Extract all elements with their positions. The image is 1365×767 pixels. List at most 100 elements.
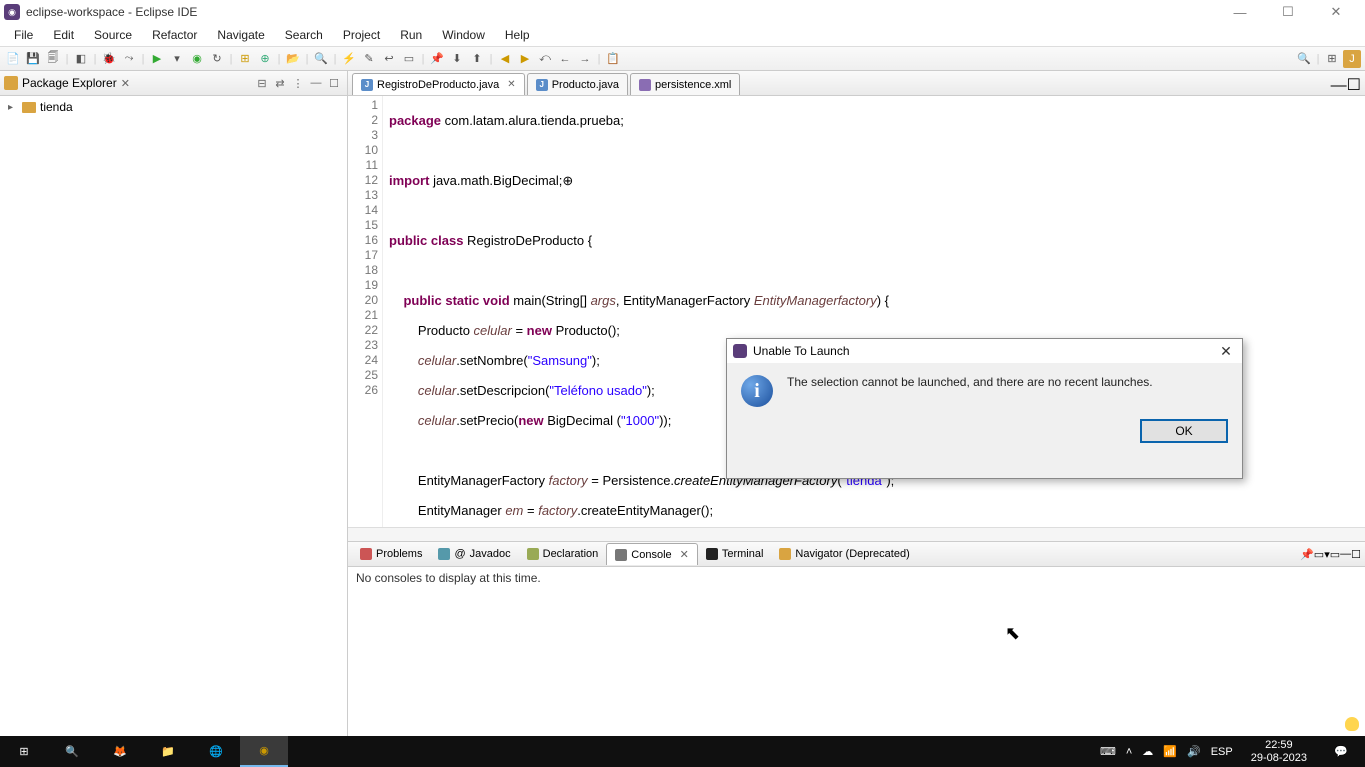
run-icon[interactable]: ▶ bbox=[148, 50, 166, 68]
pin-editor-icon[interactable]: 📋 bbox=[604, 50, 622, 68]
separator: | bbox=[304, 50, 310, 68]
chrome-icon[interactable]: 🌐 bbox=[192, 736, 240, 767]
collapse-all-icon[interactable]: ⊟ bbox=[253, 74, 271, 92]
eclipse-taskbar-icon[interactable]: ◉ bbox=[240, 736, 288, 767]
maximize-panel-icon[interactable]: ☐ bbox=[325, 74, 343, 92]
minimize-panel-icon[interactable]: — bbox=[307, 74, 325, 92]
last-edit-icon[interactable]: ⤺ bbox=[536, 50, 554, 68]
problems-icon bbox=[360, 548, 372, 560]
menu-window[interactable]: Window bbox=[432, 26, 495, 44]
separator: | bbox=[1315, 50, 1321, 68]
forward-icon[interactable]: ▶ bbox=[516, 50, 534, 68]
tab-terminal[interactable]: Terminal bbox=[698, 543, 772, 565]
project-tree-item[interactable]: ▸ tienda bbox=[8, 100, 339, 114]
save-icon[interactable]: 💾 bbox=[24, 50, 42, 68]
menu-run[interactable]: Run bbox=[390, 26, 432, 44]
firefox-icon[interactable]: 🦊 bbox=[96, 736, 144, 767]
run-dropdown-icon[interactable]: ▾ bbox=[168, 50, 186, 68]
new-class-icon[interactable]: ⊕ bbox=[256, 50, 274, 68]
start-button[interactable]: ⊞ bbox=[0, 736, 48, 767]
minimize-button[interactable]: — bbox=[1225, 1, 1255, 23]
new-icon[interactable]: 📄 bbox=[4, 50, 22, 68]
tab-console[interactable]: Console✕ bbox=[606, 543, 698, 565]
menu-file[interactable]: File bbox=[4, 26, 43, 44]
editor-tabs: J RegistroDeProducto.java ✕ J Producto.j… bbox=[348, 71, 1365, 96]
menu-navigate[interactable]: Navigate bbox=[207, 26, 274, 44]
skip-icon[interactable]: ⤳ bbox=[120, 50, 138, 68]
view-menu-icon[interactable]: ⋮ bbox=[289, 74, 307, 92]
maximize-button[interactable]: ☐ bbox=[1273, 1, 1303, 23]
perspective-icon[interactable]: ⊞ bbox=[1323, 50, 1341, 68]
clock-time: 22:59 bbox=[1251, 739, 1307, 752]
pin-icon[interactable]: 📌 bbox=[428, 50, 446, 68]
back-icon[interactable]: ◀ bbox=[496, 50, 514, 68]
horizontal-scrollbar[interactable] bbox=[348, 527, 1365, 541]
search-button[interactable]: 🔍 bbox=[48, 736, 96, 767]
separator: | bbox=[332, 50, 338, 68]
nav-forward-icon[interactable]: → bbox=[576, 50, 594, 68]
quick-access-icon[interactable]: 🔍 bbox=[1295, 50, 1313, 68]
package-explorer-title: Package Explorer bbox=[22, 76, 117, 90]
keyboard-icon[interactable]: ⌨ bbox=[1100, 745, 1116, 758]
refactor-icon[interactable]: ↩ bbox=[380, 50, 398, 68]
menu-edit[interactable]: Edit bbox=[43, 26, 84, 44]
coverage-icon[interactable]: ◉ bbox=[188, 50, 206, 68]
maximize-console-icon[interactable]: ☐ bbox=[1351, 548, 1361, 561]
chevron-up-icon[interactable]: ˄ bbox=[1126, 746, 1132, 758]
debug-icon[interactable]: 🐞 bbox=[100, 50, 118, 68]
close-button[interactable]: ✕ bbox=[1321, 1, 1351, 23]
wifi-icon[interactable]: 📶 bbox=[1163, 745, 1177, 758]
tab-label: Producto.java bbox=[552, 79, 619, 91]
new-package-icon[interactable]: ⊞ bbox=[236, 50, 254, 68]
tab-problems[interactable]: Problems bbox=[352, 543, 430, 565]
expand-icon[interactable]: ▸ bbox=[8, 102, 18, 113]
java-file-icon: J bbox=[536, 79, 548, 91]
tab-navigator[interactable]: Navigator (Deprecated) bbox=[771, 543, 917, 565]
save-all-icon[interactable]: 🗐 bbox=[44, 50, 62, 68]
close-panel-icon[interactable]: ✕ bbox=[121, 77, 130, 90]
dialog-close-icon[interactable]: ✕ bbox=[1216, 342, 1236, 360]
java-perspective-icon[interactable]: J bbox=[1343, 50, 1361, 68]
wand-icon[interactable]: ⚡ bbox=[340, 50, 358, 68]
tab-registro[interactable]: J RegistroDeProducto.java ✕ bbox=[352, 73, 525, 95]
maximize-editor-icon[interactable]: ☐ bbox=[1347, 75, 1361, 95]
next-annotation-icon[interactable]: ⬇ bbox=[448, 50, 466, 68]
tab-producto[interactable]: J Producto.java bbox=[527, 73, 628, 95]
menu-project[interactable]: Project bbox=[333, 26, 390, 44]
close-tab-icon[interactable]: ✕ bbox=[507, 79, 515, 90]
explorer-icon[interactable]: 📁 bbox=[144, 736, 192, 767]
console-message: No consoles to display at this time. bbox=[356, 571, 541, 585]
nav-back-icon[interactable]: ← bbox=[556, 50, 574, 68]
pin-console-icon[interactable]: 📌 bbox=[1300, 548, 1314, 561]
tab-persistence[interactable]: persistence.xml bbox=[630, 73, 740, 95]
minimize-console-icon[interactable]: — bbox=[1340, 548, 1351, 560]
ok-button[interactable]: OK bbox=[1140, 419, 1228, 443]
language-indicator[interactable]: ESP bbox=[1211, 746, 1233, 758]
volume-icon[interactable]: 🔊 bbox=[1187, 745, 1201, 758]
dialog-title-text: Unable To Launch bbox=[753, 344, 850, 358]
menu-search[interactable]: Search bbox=[275, 26, 333, 44]
menu-refactor[interactable]: Refactor bbox=[142, 26, 207, 44]
outline-icon[interactable]: ▭ bbox=[400, 50, 418, 68]
menu-help[interactable]: Help bbox=[495, 26, 540, 44]
onedrive-icon[interactable]: ☁ bbox=[1142, 745, 1153, 758]
open-type-icon[interactable]: 📂 bbox=[284, 50, 302, 68]
search-icon[interactable]: 🔍 bbox=[312, 50, 330, 68]
minimize-editor-icon[interactable]: — bbox=[1331, 77, 1347, 95]
notifications-icon[interactable]: 💬 bbox=[1317, 736, 1365, 767]
display-console-icon[interactable]: ▭ bbox=[1314, 548, 1324, 561]
prev-annotation-icon[interactable]: ⬆ bbox=[468, 50, 486, 68]
close-tab-icon[interactable]: ✕ bbox=[680, 548, 689, 561]
taskbar-clock[interactable]: 22:59 29-08-2023 bbox=[1241, 739, 1317, 765]
tab-declaration[interactable]: Declaration bbox=[519, 543, 607, 565]
link-editor-icon[interactable]: ⇄ bbox=[271, 74, 289, 92]
menu-source[interactable]: Source bbox=[84, 26, 142, 44]
tip-bulb-icon[interactable] bbox=[1345, 717, 1359, 731]
run-last-icon[interactable]: ↻ bbox=[208, 50, 226, 68]
tab-javadoc[interactable]: @ Javadoc bbox=[430, 543, 518, 565]
open-console-icon[interactable]: ▭ bbox=[1330, 548, 1340, 561]
toggle-icon[interactable]: ◧ bbox=[72, 50, 90, 68]
edit-icon[interactable]: ✎ bbox=[360, 50, 378, 68]
info-icon: i bbox=[741, 375, 773, 407]
javadoc-icon bbox=[438, 548, 450, 560]
